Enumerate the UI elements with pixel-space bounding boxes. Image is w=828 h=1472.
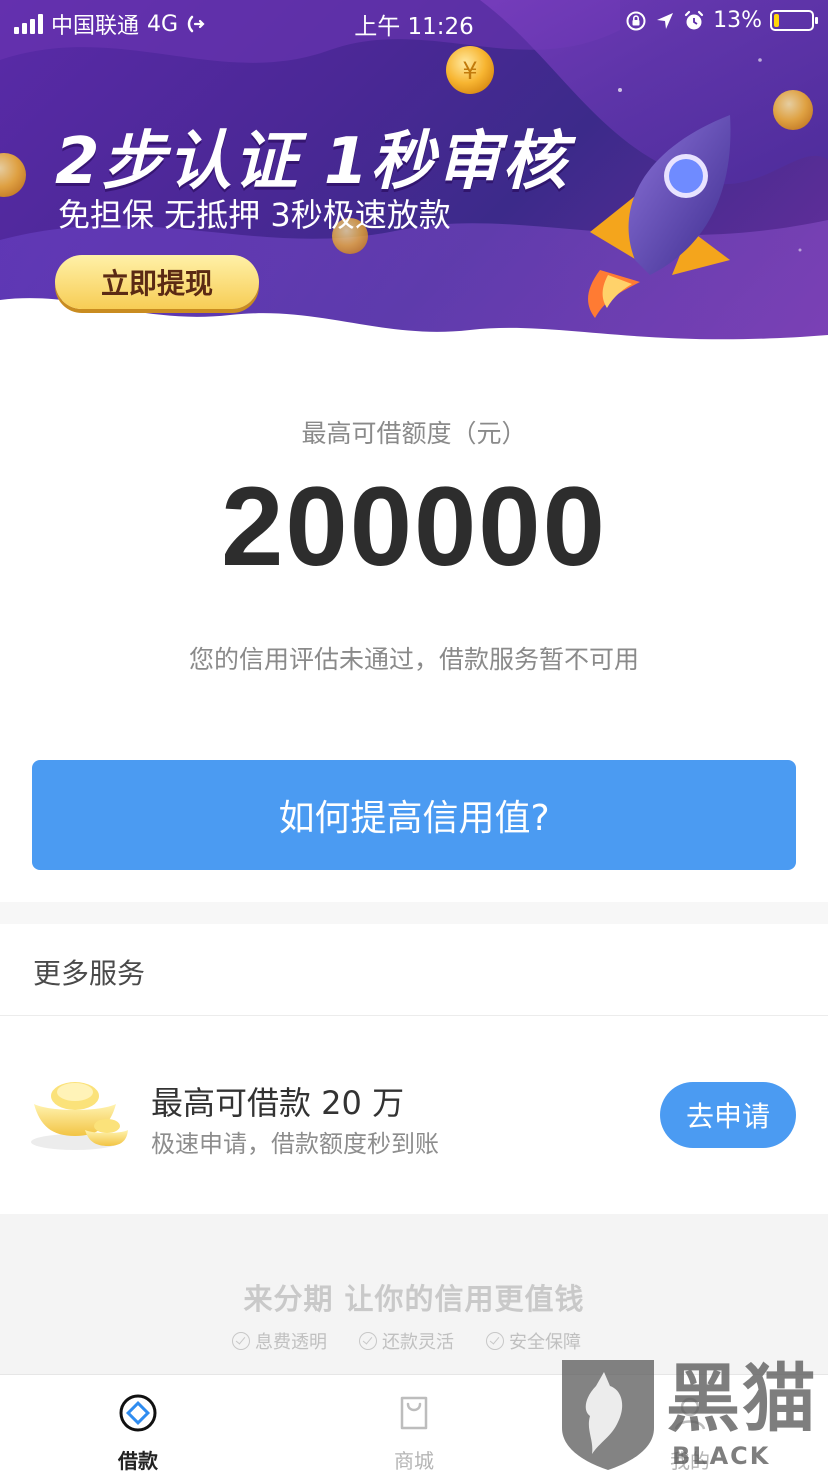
more-services-title: 更多服务 — [33, 957, 146, 990]
carousel-indicator — [388, 344, 430, 348]
feature-label: 息费透明 — [255, 1332, 327, 1353]
location-arrow-icon — [657, 12, 674, 29]
banner-subtitle: 免担保 无抵押 3秒极速放款 — [58, 196, 451, 234]
feature-label: 安全保障 — [509, 1332, 581, 1353]
feature-label: 还款灵活 — [382, 1332, 454, 1353]
tab-label: 商城 — [394, 1449, 434, 1472]
credit-limit-label: 最高可借额度（元） — [301, 419, 527, 448]
coin-icon: ¥ — [446, 46, 494, 94]
tab-loan[interactable]: 借款 — [0, 1375, 276, 1472]
loan-service-item[interactable]: 最高可借款 20 万 极速申请，借款额度秒到账 去申请 — [0, 1016, 828, 1214]
svg-text:¥: ¥ — [462, 57, 477, 85]
feature-item: 还款灵活 — [359, 1328, 454, 1354]
rotation-lock-icon — [626, 11, 646, 30]
watermark-subtext: BLACK CAT — [672, 1442, 771, 1472]
apply-button[interactable]: 去申请 — [660, 1082, 796, 1148]
shop-bag-icon — [400, 1396, 428, 1430]
improve-credit-button[interactable]: 如何提高信用值? — [32, 760, 796, 870]
gold-ingot-icon — [31, 1082, 128, 1150]
alarm-icon — [684, 10, 704, 29]
tab-label: 借款 — [118, 1449, 158, 1472]
promo-banner[interactable]: ¥ 2步认证 1秒审核 免担保 无抵押 3秒极速放款 立即提现 中国联通 4G … — [0, 0, 828, 362]
feature-list: 息费透明 还款灵活 安全保障 — [232, 1328, 581, 1354]
loan-icon — [119, 1394, 157, 1432]
check-circle-icon — [359, 1332, 377, 1350]
check-circle-icon — [232, 1332, 250, 1350]
banner-title: 2步认证 1秒审核 — [55, 125, 569, 199]
status-bar: 中国联通 4G 上午 11:26 13% — [0, 0, 828, 42]
check-circle-icon — [486, 1332, 504, 1350]
credit-status-message: 您的信用评估未通过，借款服务暂不可用 — [188, 645, 639, 674]
tab-shop[interactable]: 商城 — [276, 1375, 552, 1472]
credit-limit-amount: 200000 — [221, 464, 607, 589]
footer-slogan: 来分期 让你的信用更值钱 — [243, 1282, 585, 1316]
battery-icon — [770, 10, 818, 31]
carousel-dot-active — [412, 344, 430, 348]
section-spacer — [0, 902, 828, 924]
withdraw-now-button[interactable]: 立即提现 — [55, 255, 259, 309]
feature-item: 息费透明 — [232, 1328, 327, 1354]
loan-service-subtitle: 极速申请，借款额度秒到账 — [151, 1130, 439, 1158]
carousel-dot — [388, 344, 406, 348]
watermark-text: 黑猫 — [666, 1356, 818, 1442]
battery-percent: 13% — [713, 8, 762, 33]
battery-level-fill — [774, 14, 779, 27]
app-root: ¥ 2步认证 1秒审核 免担保 无抵押 3秒极速放款 立即提现 中国联通 4G … — [0, 0, 828, 1472]
loan-service-title: 最高可借款 20 万 — [151, 1084, 405, 1122]
feature-item: 安全保障 — [486, 1328, 581, 1354]
